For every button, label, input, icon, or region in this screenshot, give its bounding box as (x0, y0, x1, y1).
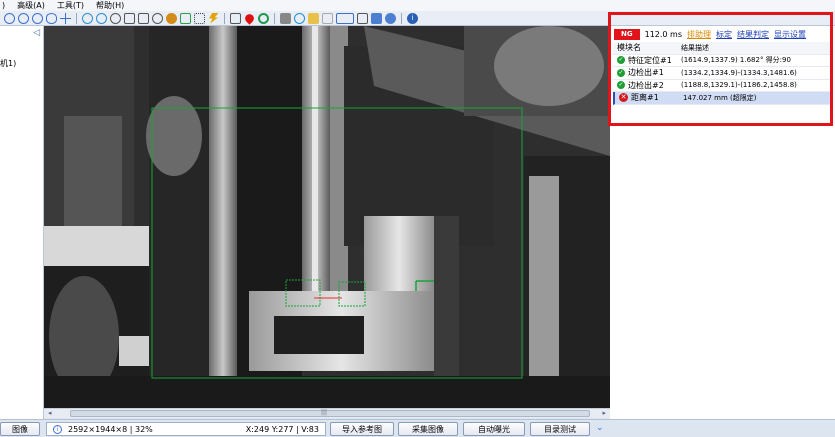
crosshair-icon[interactable] (60, 12, 71, 24)
check-icon: ✓ (617, 56, 625, 65)
camera-tree-item[interactable]: 机1) (0, 58, 16, 69)
zoom-in-icon[interactable] (4, 12, 15, 24)
print-icon[interactable] (280, 12, 291, 24)
result-judgment-link[interactable]: 结果判定 (737, 29, 769, 40)
document-icon[interactable] (322, 12, 333, 24)
scroll-right-icon[interactable]: ▸ (602, 409, 606, 417)
panel-icon[interactable] (357, 12, 368, 24)
module-name: 特征定位#1 (628, 55, 672, 65)
menu-item-partial[interactable]: ) (2, 1, 5, 10)
module-name: 边检出#2 (628, 80, 664, 90)
calibration-link[interactable]: 标定 (716, 29, 732, 40)
image-info-field: i 2592×1944×8 | 32% X:249 Y:277 | V:83 (46, 422, 326, 436)
camera-image (44, 26, 610, 408)
info-icon: i (53, 424, 62, 434)
target-icon[interactable] (258, 12, 269, 24)
collapse-left-icon[interactable]: ◁ (33, 28, 40, 38)
info-icon[interactable]: i (407, 12, 418, 24)
results-table: 模块名 结果描述 ✓ 特征定位#1 (1614.9,1337.9) 1.682° … (613, 42, 832, 105)
cursor-coordinates: X:249 Y:277 | V:83 (245, 424, 319, 434)
camera-icon[interactable] (152, 12, 163, 24)
window-icon[interactable] (336, 12, 354, 24)
result-description: (1614.9,1337.9) 1.682° 得分:90 (681, 56, 791, 65)
check-icon: ✓ (617, 68, 625, 77)
module-name: 距离#1 (631, 93, 659, 103)
expand-chevron-icon[interactable]: ⌄ (596, 423, 604, 433)
result-description: (1334.2,1334.9)-(1334.3,1481.6) (681, 68, 797, 77)
toolbar-separator (274, 12, 275, 24)
ng-status-badge: NG (614, 28, 640, 40)
table-row[interactable]: ✓ 边检出#1 (1334.2,1334.9)-(1334.3,1481.6) (613, 67, 832, 80)
check-icon: ✓ (617, 81, 625, 90)
scroll-left-icon[interactable]: ◂ (48, 409, 52, 417)
table-row-selected[interactable]: ✕ 距离#1 147.027 mm (超限定) (613, 92, 832, 105)
refresh-icon[interactable] (294, 12, 305, 24)
roi-icon[interactable] (124, 12, 135, 24)
scrollbar-thumb[interactable]: ||| (70, 409, 590, 417)
horizontal-scrollbar[interactable]: ◂ ||| ▸ (44, 408, 610, 418)
zoom-fit-icon[interactable] (32, 12, 43, 24)
auto-exposure-button[interactable]: 自动曝光 (463, 422, 525, 436)
module-name: 边检出#1 (628, 68, 664, 78)
directory-test-button[interactable]: 目录测试 (530, 422, 590, 436)
menu-item-advanced[interactable]: 高级(A) (17, 0, 45, 11)
zoom-out-icon[interactable] (18, 12, 29, 24)
result-description: (1188.8,1329.1)-(1186.2,1458.8) (681, 81, 797, 90)
results-panel: NG 112.0 ms 排助理 标定 结果判定 显示设置 模块名 结果描述 ✓ 特… (610, 26, 835, 419)
image-dimensions: 2592×1944×8 | 32% (68, 424, 153, 434)
error-icon: ✕ (619, 93, 628, 103)
toolbar-separator (224, 12, 225, 24)
results-summary-bar: NG 112.0 ms 排助理 标定 结果判定 显示设置 (614, 28, 832, 40)
column-header-module: 模块名 (617, 43, 641, 53)
menu-item-help[interactable]: 帮助(H) (96, 0, 124, 11)
menu-bar: ) 高级(A) 工具(T) 帮助(H) (0, 0, 835, 11)
scrollbar-grip: ||| (321, 409, 328, 416)
settings-gear-icon[interactable] (385, 12, 396, 24)
scale-icon[interactable] (230, 12, 241, 24)
status-bar: 图像 i 2592×1944×8 | 32% X:249 Y:277 | V:8… (0, 419, 835, 437)
layers-icon[interactable] (371, 12, 382, 24)
eye-icon[interactable] (46, 12, 57, 24)
cycle-time: 112.0 ms (644, 29, 683, 39)
pause-icon[interactable] (96, 12, 107, 24)
image-icon[interactable] (138, 12, 149, 24)
folder-icon[interactable] (308, 12, 319, 24)
lightning-icon[interactable] (209, 12, 219, 24)
menu-item-tools[interactable]: 工具(T) (57, 0, 84, 11)
capture-image-button[interactable]: 采集图像 (398, 422, 458, 436)
toolbar-separator (76, 12, 77, 24)
column-header-description: 结果描述 (681, 43, 709, 52)
magnet-icon[interactable] (180, 12, 191, 24)
table-row[interactable]: ✓ 边检出#2 (1188.8,1329.1)-(1186.2,1458.8) (613, 80, 832, 92)
table-header-row: 模块名 结果描述 (613, 42, 832, 55)
palette-icon[interactable] (166, 12, 177, 24)
stop-icon[interactable] (110, 12, 121, 24)
toolbar: i (0, 11, 835, 26)
result-description: 147.027 mm (超限定) (683, 93, 757, 102)
location-pin-icon[interactable] (243, 11, 256, 25)
display-settings-link[interactable]: 显示设置 (774, 29, 806, 40)
play-icon[interactable] (82, 12, 93, 24)
table-row[interactable]: ✓ 特征定位#1 (1614.9,1337.9) 1.682° 得分:90 (613, 55, 832, 67)
left-panel: ◁ 机1) (0, 26, 44, 419)
image-button[interactable]: 图像 (0, 422, 40, 436)
image-viewer[interactable] (44, 26, 610, 408)
toolbar-separator (401, 12, 402, 24)
assistant-link[interactable]: 排助理 (687, 29, 711, 40)
import-reference-button[interactable]: 导入参考图 (330, 422, 394, 436)
grid-icon[interactable] (194, 12, 205, 24)
